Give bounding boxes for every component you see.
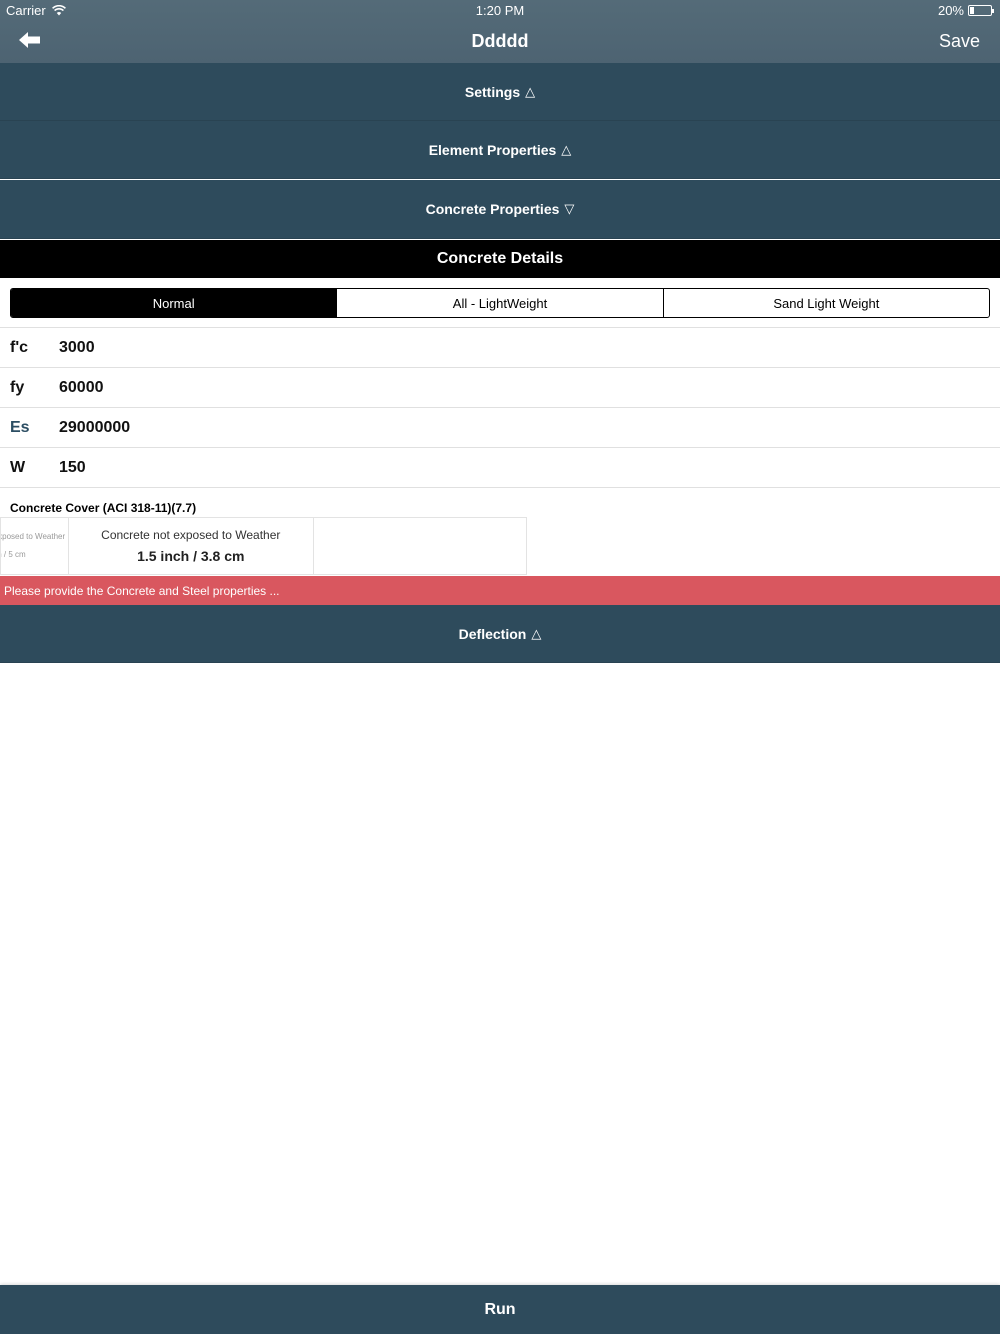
segment-sand-light-weight[interactable]: Sand Light Weight bbox=[662, 289, 989, 317]
expand-triangle-icon: △ bbox=[531, 625, 542, 641]
battery-percent: 20% bbox=[937, 3, 964, 18]
status-bar: Carrier 1:20 PM 20% bbox=[0, 0, 1000, 22]
concrete-cover-options: e exposed to Weather inch / 5 cm Concret… bbox=[0, 517, 527, 575]
cover-option-exposed-value: inch / 5 cm bbox=[1, 550, 26, 559]
cover-option-title: Concrete not exposed to Weather bbox=[101, 528, 281, 542]
deflection-section-header[interactable]: Deflection △ bbox=[0, 605, 1000, 663]
deflection-section-label: Deflection bbox=[458, 625, 527, 642]
property-label: W bbox=[10, 458, 26, 476]
cover-option-exposed-title: e exposed to Weather bbox=[1, 532, 66, 541]
segment-normal[interactable]: Normal bbox=[11, 289, 337, 317]
element-properties-section-header[interactable]: Element Properties △ bbox=[0, 121, 1000, 179]
element-properties-section-label: Element Properties bbox=[428, 141, 557, 158]
property-row-w: W 150 bbox=[0, 448, 1000, 488]
fy-input[interactable]: 60000 bbox=[59, 368, 1000, 407]
property-label: Es bbox=[10, 418, 30, 436]
w-input[interactable]: 150 bbox=[59, 448, 1000, 487]
warning-banner: Please provide the Concrete and Steel pr… bbox=[0, 576, 1000, 605]
navigation-bar: Ddddd Save bbox=[0, 22, 1000, 63]
property-row-fc: f'c 3000 bbox=[0, 328, 1000, 368]
back-arrow-icon[interactable] bbox=[18, 30, 42, 50]
property-row-es: Es 29000000 bbox=[0, 408, 1000, 448]
top-bar: Carrier 1:20 PM 20% Ddddd Save bbox=[0, 0, 1000, 63]
expand-triangle-icon: △ bbox=[525, 83, 536, 99]
run-button[interactable]: Run bbox=[0, 1285, 1000, 1334]
settings-section-header[interactable]: Settings △ bbox=[0, 63, 1000, 121]
save-button[interactable]: Save bbox=[939, 31, 980, 52]
battery-icon bbox=[968, 5, 994, 16]
concrete-cover-title: Concrete Cover (ACI 318-11)(7.7) bbox=[10, 501, 197, 515]
concrete-type-segmented-control: Normal All - LightWeight Sand Light Weig… bbox=[10, 288, 990, 318]
status-time: 1:20 PM bbox=[475, 3, 525, 18]
settings-section-label: Settings bbox=[464, 83, 521, 100]
battery-status: 20% bbox=[937, 3, 994, 18]
cover-option-empty[interactable] bbox=[314, 518, 526, 574]
es-input[interactable]: 29000000 bbox=[59, 408, 1000, 447]
collapse-triangle-icon: ▽ bbox=[564, 201, 575, 216]
fc-input[interactable]: 3000 bbox=[59, 328, 1000, 367]
concrete-properties-section-header[interactable]: Concrete Properties ▽ bbox=[0, 180, 1000, 239]
property-row-fy: fy 60000 bbox=[0, 368, 1000, 408]
expand-triangle-icon: △ bbox=[561, 141, 572, 157]
concrete-properties-list: f'c 3000 fy 60000 Es 29000000 W 150 bbox=[0, 327, 1000, 488]
property-label: fy bbox=[10, 378, 25, 396]
page-title: Ddddd bbox=[471, 31, 529, 51]
concrete-properties-section-label: Concrete Properties bbox=[425, 201, 560, 217]
cover-option-exposed[interactable]: e exposed to Weather inch / 5 cm bbox=[1, 518, 69, 574]
cover-option-value: 1.5 inch / 3.8 cm bbox=[137, 548, 245, 564]
concrete-details-title: Concrete Details bbox=[0, 240, 1000, 278]
property-label: f'c bbox=[10, 338, 29, 356]
cover-option-not-exposed[interactable]: Concrete not exposed to Weather 1.5 inch… bbox=[69, 518, 314, 574]
segment-all-lightweight[interactable]: All - LightWeight bbox=[336, 289, 662, 317]
